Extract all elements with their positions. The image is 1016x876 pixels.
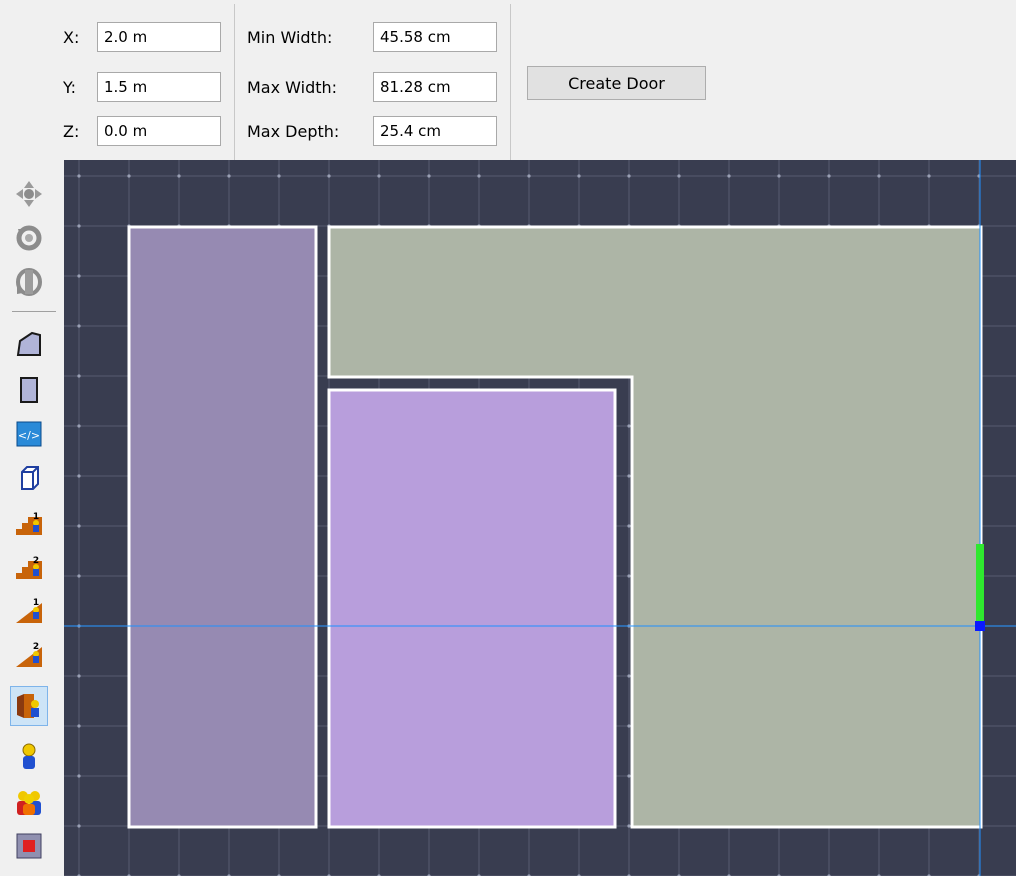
- grid-dot: [527, 174, 531, 178]
- grid-dot: [127, 174, 131, 178]
- ramp-up-tool[interactable]: 1: [10, 590, 48, 630]
- floorplan-drawing[interactable]: [64, 160, 1016, 876]
- max-width-field[interactable]: [373, 72, 497, 102]
- grid-dot: [277, 174, 281, 178]
- grid-dot: [77, 774, 81, 778]
- grid-dot: [77, 224, 81, 228]
- rectangle-room-icon: [20, 377, 38, 403]
- x-field[interactable]: [97, 22, 221, 52]
- group-icon: [17, 791, 41, 815]
- grid-dot: [577, 174, 581, 178]
- room-center[interactable]: [327, 388, 617, 829]
- max-depth-field[interactable]: [373, 116, 497, 146]
- grid-dot: [77, 724, 81, 728]
- grid-dot: [77, 324, 81, 328]
- y-label: Y:: [63, 78, 77, 97]
- x-label: X:: [63, 28, 80, 47]
- min-width-label: Min Width:: [247, 28, 333, 47]
- ramp-1-icon: 1: [16, 598, 42, 623]
- rectangle-room-tool[interactable]: [10, 370, 48, 410]
- grid-dot: [627, 524, 631, 528]
- move-icon: [16, 181, 42, 207]
- exit-tool[interactable]: [10, 826, 48, 866]
- grid-dot: [77, 174, 81, 178]
- polygon-room-icon: [16, 331, 41, 356]
- stairs-down-tool[interactable]: 2: [10, 546, 48, 586]
- grid-dot: [877, 174, 881, 178]
- obstacle-tool[interactable]: [10, 458, 48, 498]
- grid-dot: [77, 474, 81, 478]
- grid-dot: [477, 174, 481, 178]
- agent-group-tool[interactable]: [10, 782, 48, 822]
- stairs-1-icon: 1: [16, 512, 42, 535]
- rotate-icon: [16, 225, 42, 251]
- ramp-2-icon: 2: [16, 642, 42, 667]
- orbit-icon: [16, 268, 42, 296]
- polygon-room-tool[interactable]: [10, 324, 48, 364]
- y-field[interactable]: [97, 72, 221, 102]
- exit-icon: [16, 833, 42, 859]
- grid-dot: [427, 174, 431, 178]
- min-width-field[interactable]: [373, 22, 497, 52]
- svg-text:1: 1: [33, 598, 39, 608]
- svg-text:</>: </>: [18, 429, 40, 442]
- grid-dot: [327, 174, 331, 178]
- grid-dot: [77, 674, 81, 678]
- grid-dot: [77, 574, 81, 578]
- door-agent-icon: [17, 694, 39, 718]
- door-icon: </>: [16, 421, 42, 447]
- grid-dot: [227, 174, 231, 178]
- max-depth-label: Max Depth:: [247, 122, 340, 141]
- grid-dot: [927, 174, 931, 178]
- box-icon: [21, 466, 39, 490]
- door-anchor-point[interactable]: [975, 621, 985, 631]
- z-label: Z:: [63, 122, 80, 141]
- stairs-up-tool[interactable]: 1: [10, 502, 48, 542]
- grid-dot: [77, 274, 81, 278]
- panel-divider: [234, 4, 235, 160]
- grid-dot: [627, 424, 631, 428]
- person-icon: [22, 743, 36, 769]
- door-marker[interactable]: [976, 544, 984, 626]
- grid-dot: [627, 674, 631, 678]
- floorplan-canvas[interactable]: [64, 160, 1016, 876]
- door-agent-tool[interactable]: [10, 686, 48, 726]
- grid-dot: [627, 724, 631, 728]
- orbit-tool[interactable]: [10, 262, 48, 302]
- grid-dot: [77, 824, 81, 828]
- grid-dot: [627, 174, 631, 178]
- create-door-button[interactable]: Create Door: [527, 66, 706, 100]
- grid-dot: [177, 174, 181, 178]
- grid-dot: [77, 424, 81, 428]
- grid-dot: [627, 824, 631, 828]
- grid-dot: [627, 474, 631, 478]
- room-left[interactable]: [127, 225, 318, 829]
- properties-panel: X: Y: Z: Min Width: Max Width: Max Depth…: [0, 0, 1016, 160]
- agent-tool[interactable]: [10, 736, 48, 776]
- panel-divider: [510, 4, 511, 160]
- svg-text:2: 2: [33, 642, 39, 652]
- grid-dot: [727, 174, 731, 178]
- grid-dot: [627, 774, 631, 778]
- grid-dot: [627, 574, 631, 578]
- stairs-2-icon: 2: [16, 556, 42, 579]
- tool-palette: </> 1 2 1 2: [0, 160, 64, 876]
- z-field[interactable]: [97, 116, 221, 146]
- toolbar-separator: [12, 311, 56, 312]
- move-tool[interactable]: [10, 174, 48, 214]
- rotate-tool[interactable]: [10, 218, 48, 258]
- max-width-label: Max Width:: [247, 78, 338, 97]
- grid-dot: [377, 174, 381, 178]
- grid-dot: [677, 174, 681, 178]
- ramp-down-tool[interactable]: 2: [10, 634, 48, 674]
- grid-dot: [777, 174, 781, 178]
- door-tool[interactable]: </>: [10, 414, 48, 454]
- grid-dot: [77, 374, 81, 378]
- grid-dot: [77, 524, 81, 528]
- grid-dot: [827, 174, 831, 178]
